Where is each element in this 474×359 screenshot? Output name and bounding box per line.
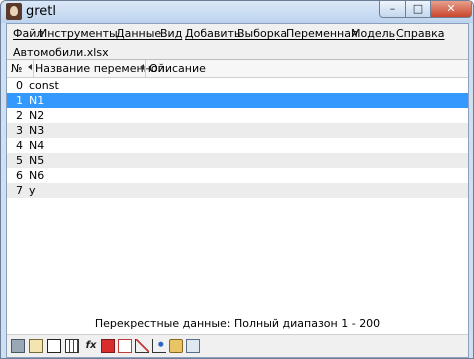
gretl-app-icon <box>6 3 22 20</box>
main-area: Файл Инструменты Данные Вид Добавить Выб… <box>6 23 469 358</box>
row-index: 3 <box>16 124 23 137</box>
calculator-icon[interactable] <box>11 339 25 353</box>
menu-data[interactable]: Данные <box>116 27 161 40</box>
column-header-description[interactable]: Описание <box>149 62 206 75</box>
table-row[interactable]: 4 N4 <box>7 138 468 153</box>
table-row[interactable]: 7 y <box>7 183 468 198</box>
row-variable-name: N1 <box>29 94 45 107</box>
row-index: 4 <box>16 139 23 152</box>
menu-model[interactable]: Модель <box>351 27 395 40</box>
close-button[interactable]: ✕ <box>430 1 472 18</box>
row-index: 7 <box>16 184 23 197</box>
sort-arrow-icon <box>140 64 144 70</box>
row-variable-name: N2 <box>29 109 45 122</box>
maximize-button[interactable]: □ <box>405 1 431 18</box>
row-variable-name: y <box>29 184 36 197</box>
table-row[interactable]: 5 N5 <box>7 153 468 168</box>
title-bar[interactable]: gretl – □ ✕ <box>1 1 473 23</box>
row-index: 2 <box>16 109 23 122</box>
menu-bar: Файл Инструменты Данные Вид Добавить Выб… <box>7 24 468 44</box>
menu-add[interactable]: Добавить <box>185 27 240 40</box>
menu-tools[interactable]: Инструменты <box>39 27 118 40</box>
grid-icon[interactable] <box>65 339 79 353</box>
row-variable-name: const <box>29 79 59 92</box>
status-bar: Перекрестные данные: Полный диапазон 1 -… <box>94 317 381 330</box>
column-separator <box>145 60 146 77</box>
window-title: gretl <box>26 4 57 19</box>
window-icon[interactable] <box>186 339 200 353</box>
menu-variable[interactable]: Переменная <box>286 27 358 40</box>
dataset-filename: Автомобили.xlsx <box>13 46 109 59</box>
folder-icon[interactable] <box>169 339 183 353</box>
pdf-icon[interactable] <box>101 339 115 353</box>
plot-icon[interactable] <box>135 339 149 353</box>
menu-view[interactable]: Вид <box>160 27 182 40</box>
terminal-icon[interactable] <box>47 339 61 353</box>
table-header: № Название переменной Описание <box>7 60 468 78</box>
edit-icon[interactable] <box>29 339 43 353</box>
column-header-index[interactable]: № <box>11 62 22 75</box>
row-index: 5 <box>16 154 23 167</box>
table-row[interactable]: 0 const <box>7 78 468 93</box>
menu-help[interactable]: Справка <box>396 27 444 40</box>
row-variable-name: N4 <box>29 139 45 152</box>
row-variable-name: N6 <box>29 169 45 182</box>
fx-icon[interactable]: fx <box>84 339 98 353</box>
row-index: 1 <box>16 94 23 107</box>
app-window: gretl – □ ✕ Файл Инструменты Данные Вид … <box>0 0 474 359</box>
menu-sample[interactable]: Выборка <box>237 27 287 40</box>
chart-icon[interactable] <box>152 339 166 353</box>
minimize-button[interactable]: – <box>379 1 406 18</box>
table-row[interactable]: 6 N6 <box>7 168 468 183</box>
variables-table: № Название переменной Описание 0 const 1… <box>7 59 468 335</box>
graph-icon[interactable] <box>118 339 132 353</box>
row-index: 0 <box>16 79 23 92</box>
table-row[interactable]: 1 N1 <box>7 93 468 108</box>
table-row[interactable]: 2 N2 <box>7 108 468 123</box>
row-index: 6 <box>16 169 23 182</box>
row-variable-name: N5 <box>29 154 45 167</box>
table-row[interactable]: 3 N3 <box>7 123 468 138</box>
column-separator <box>33 60 34 77</box>
sort-arrow-icon <box>28 64 32 70</box>
row-variable-name: N3 <box>29 124 45 137</box>
bottom-toolbar: fx <box>7 334 468 357</box>
